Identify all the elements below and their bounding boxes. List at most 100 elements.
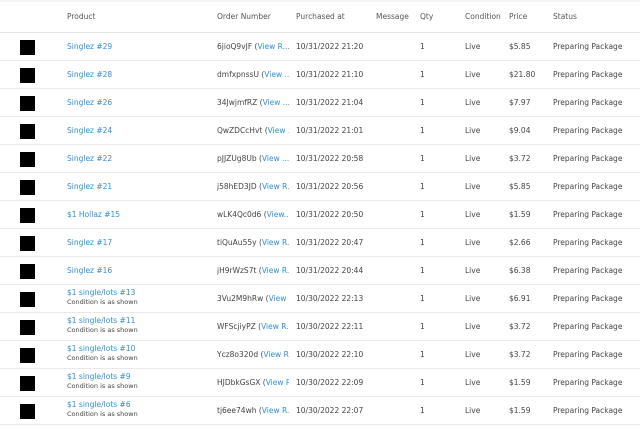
purchased-at: 10/31/2022 20:58 bbox=[296, 154, 364, 163]
order-number: 34JwjmfRZ bbox=[217, 98, 258, 107]
purchased-at: 10/30/2022 22:10 bbox=[296, 350, 364, 359]
view-receipt-link[interactable]: View R... bbox=[266, 378, 289, 387]
product-thumbnail[interactable] bbox=[20, 40, 35, 55]
view-receipt-link[interactable]: View R... bbox=[269, 294, 289, 303]
product-cell: $1 Hollaz #15 bbox=[67, 210, 120, 220]
quantity: 1 bbox=[420, 210, 425, 219]
status: Preparing Package bbox=[553, 126, 623, 135]
product-link[interactable]: Singlez #26 bbox=[67, 98, 112, 107]
quantity: 1 bbox=[420, 406, 425, 415]
product-link[interactable]: $1 single/lots #9 bbox=[67, 372, 131, 381]
table-row: Singlez #21 j58hED3JD (View R... 10/31/202… bbox=[0, 173, 640, 201]
product-link[interactable]: $1 single/lots #11 bbox=[67, 316, 135, 325]
purchased-at: 10/31/2022 20:50 bbox=[296, 210, 364, 219]
product-thumbnail[interactable] bbox=[20, 180, 35, 195]
status: Preparing Package bbox=[553, 210, 623, 219]
price: $7.97 bbox=[509, 98, 531, 107]
condition: Live bbox=[465, 42, 481, 51]
orders-table-body: Singlez #29 6jioQ9vJF (View R... 10/31/202… bbox=[0, 33, 640, 425]
product-thumbnail[interactable] bbox=[20, 68, 35, 83]
view-receipt-link[interactable]: View ... bbox=[264, 70, 289, 79]
price: $5.85 bbox=[509, 42, 531, 51]
product-link[interactable]: $1 single/lots #13 bbox=[67, 288, 135, 297]
product-cell: Singlez #21 bbox=[67, 182, 112, 192]
view-receipt-link[interactable]: View R... bbox=[263, 350, 289, 359]
status: Preparing Package bbox=[553, 70, 623, 79]
product-thumbnail[interactable] bbox=[20, 376, 35, 391]
price: $5.85 bbox=[509, 182, 531, 191]
status: Preparing Package bbox=[553, 266, 623, 275]
product-cell: Singlez #17 bbox=[67, 238, 112, 248]
product-link[interactable]: Singlez #22 bbox=[67, 154, 112, 163]
product-thumbnail[interactable] bbox=[20, 320, 35, 335]
product-thumbnail[interactable] bbox=[20, 348, 35, 363]
product-cell: $1 single/lots #13 Condition is as shown bbox=[67, 288, 138, 307]
view-receipt-link[interactable]: View ... bbox=[263, 98, 289, 107]
view-receipt-link[interactable]: View R... bbox=[257, 42, 289, 51]
order-number: tiQuAu55y bbox=[217, 238, 257, 247]
product-link[interactable]: Singlez #28 bbox=[67, 70, 112, 79]
order-number: dmfxpnssU bbox=[217, 70, 259, 79]
view-receipt-link[interactable]: View... bbox=[267, 210, 289, 219]
price: $6.91 bbox=[509, 294, 531, 303]
view-receipt-link[interactable]: View ... bbox=[268, 126, 289, 135]
status: Preparing Package bbox=[553, 182, 623, 191]
order-number-cell: pJJZUg8Ub (View ... bbox=[217, 154, 289, 163]
product-thumbnail[interactable] bbox=[20, 404, 35, 419]
header-product: Product bbox=[67, 12, 96, 21]
order-number-cell: Ycz8o320d (View R... bbox=[217, 350, 289, 360]
price: $2.66 bbox=[509, 238, 531, 247]
table-row: Singlez #17 tiQuAu55y (View R... 10/31/202… bbox=[0, 229, 640, 257]
product-link[interactable]: Singlez #29 bbox=[67, 42, 112, 51]
price: $6.38 bbox=[509, 266, 531, 275]
order-number: 6jioQ9vJF bbox=[217, 42, 253, 51]
product-thumbnail[interactable] bbox=[20, 264, 35, 279]
quantity: 1 bbox=[420, 322, 425, 331]
header-qty: Qty bbox=[420, 12, 434, 21]
product-cell: Singlez #22 bbox=[67, 154, 112, 164]
purchased-at: 10/31/2022 20:44 bbox=[296, 266, 364, 275]
order-number-cell: j58hED3JD (View R... bbox=[217, 182, 289, 192]
view-receipt-link[interactable]: View R... bbox=[262, 238, 289, 247]
product-link[interactable]: Singlez #21 bbox=[67, 182, 112, 191]
quantity: 1 bbox=[420, 98, 425, 107]
view-receipt-link[interactable]: View R... bbox=[262, 406, 289, 415]
quantity: 1 bbox=[420, 70, 425, 79]
product-link[interactable]: $1 single/lots #6 bbox=[67, 400, 131, 409]
quantity: 1 bbox=[420, 42, 425, 51]
condition: Live bbox=[465, 350, 481, 359]
quantity: 1 bbox=[420, 378, 425, 387]
view-receipt-link[interactable]: View R... bbox=[261, 322, 289, 331]
header-price: Price bbox=[509, 12, 528, 21]
product-link[interactable]: Singlez #24 bbox=[67, 126, 112, 135]
view-receipt-link[interactable]: View R... bbox=[262, 182, 289, 191]
product-link[interactable]: $1 Hollaz #15 bbox=[67, 210, 120, 219]
order-number: 3Vu2M9hRw bbox=[217, 294, 264, 303]
product-cell: $1 single/lots #6 Condition is as shown bbox=[67, 400, 138, 419]
quantity: 1 bbox=[420, 154, 425, 163]
order-number: tj6ee74wh bbox=[217, 406, 257, 415]
product-thumbnail[interactable] bbox=[20, 152, 35, 167]
product-cell: Singlez #26 bbox=[67, 98, 112, 108]
view-receipt-link[interactable]: View ... bbox=[262, 154, 289, 163]
quantity: 1 bbox=[420, 294, 425, 303]
order-number-cell: QwZDCcHvt (View ... bbox=[217, 126, 289, 136]
product-thumbnail[interactable] bbox=[20, 236, 35, 251]
view-receipt-link[interactable]: View R... bbox=[262, 266, 289, 275]
product-thumbnail[interactable] bbox=[20, 208, 35, 223]
product-thumbnail[interactable] bbox=[20, 292, 35, 307]
purchased-at: 10/31/2022 20:47 bbox=[296, 238, 364, 247]
condition: Live bbox=[465, 98, 481, 107]
product-cell: $1 single/lots #10 Condition is as shown bbox=[67, 344, 138, 363]
order-number-cell: tj6ee74wh (View R... bbox=[217, 406, 289, 416]
product-link[interactable]: Singlez #16 bbox=[67, 266, 112, 275]
product-link[interactable]: Singlez #17 bbox=[67, 238, 112, 247]
order-number-cell: jH9rWzS7t (View R... bbox=[217, 266, 289, 276]
purchased-at: 10/30/2022 22:11 bbox=[296, 322, 364, 331]
product-note: Condition is as shown bbox=[67, 410, 138, 418]
product-cell: $1 single/lots #9 Condition is as shown bbox=[67, 372, 138, 391]
product-thumbnail[interactable] bbox=[20, 96, 35, 111]
condition: Live bbox=[465, 70, 481, 79]
product-link[interactable]: $1 single/lots #10 bbox=[67, 344, 135, 353]
product-thumbnail[interactable] bbox=[20, 124, 35, 139]
